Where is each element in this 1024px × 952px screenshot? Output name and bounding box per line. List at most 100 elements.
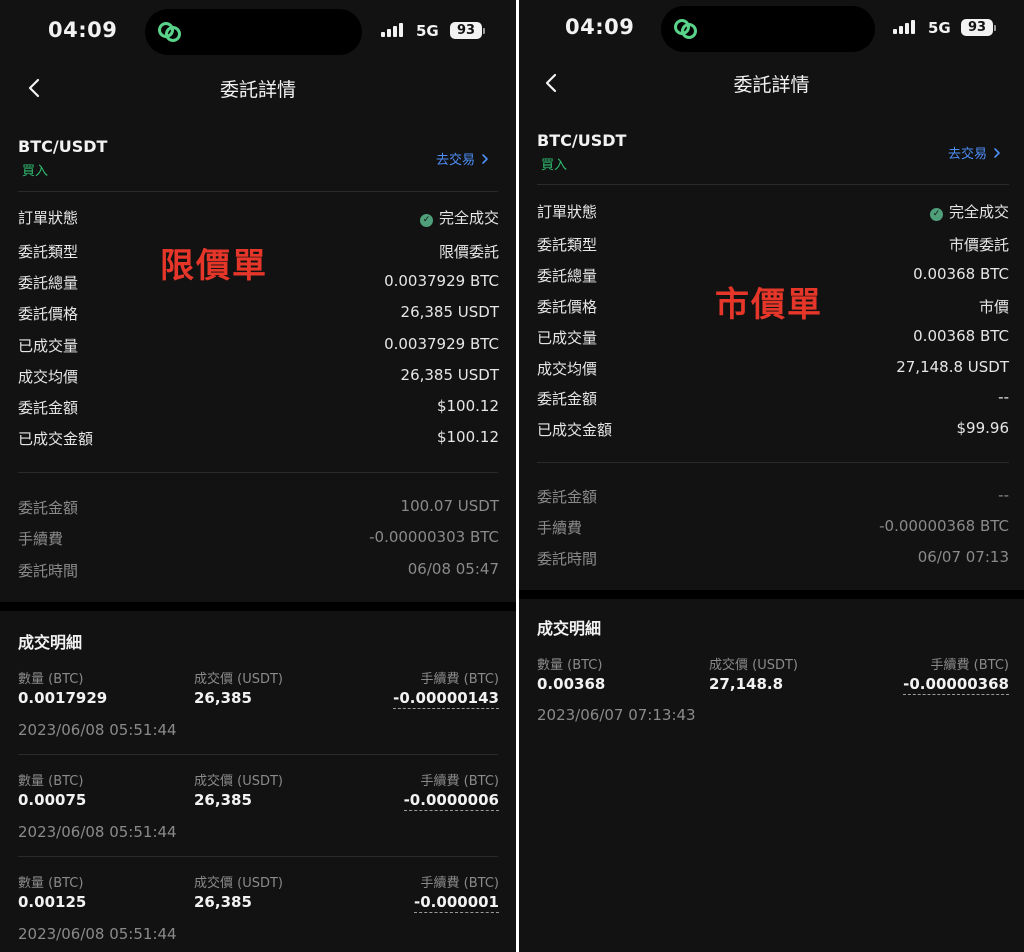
secondary-value: 100.07 USDT [400, 497, 499, 515]
fill-fee-header: 手續費 (BTC) [420, 672, 499, 687]
fill-qty-header: 數量 (BTC) [18, 876, 84, 891]
section-separator [0, 602, 516, 611]
chevron-right-icon [994, 147, 1000, 158]
fill-time: 2023/06/08 05:51:44 [18, 721, 177, 739]
fill-fee-header: 手續費 (BTC) [420, 876, 499, 891]
secondary-label: 手續費 [537, 519, 583, 537]
detail-label: 委託類型 [18, 243, 79, 261]
fill-fee[interactable]: -0.00000368 [903, 675, 1009, 695]
fill-price: 26,385 [194, 791, 252, 809]
detail-value: 26,385 USDT [400, 303, 499, 321]
detail-value: 0.00368 BTC [913, 265, 1009, 283]
go-trade-link[interactable]: 去交易 [436, 149, 491, 168]
detail-label: 委託總量 [18, 274, 79, 292]
fill-fee[interactable]: -0.00000143 [393, 689, 499, 709]
detail-label: 委託金額 [18, 399, 79, 417]
fill-qty: 0.00075 [18, 791, 87, 809]
fill-qty-header: 數量 (BTC) [537, 658, 603, 673]
divider [537, 184, 1009, 185]
status-time: 04:09 [565, 15, 635, 39]
go-trade-label: 去交易 [436, 153, 476, 168]
secondary-value: 06/07 07:13 [917, 548, 1009, 566]
page-title: 委託詳情 [733, 74, 810, 96]
trading-pair: BTC/USDT [537, 131, 627, 150]
detail-label: 委託類型 [537, 236, 598, 254]
fill-price: 26,385 [194, 689, 252, 707]
battery-icon: 93 [961, 19, 996, 36]
go-trade-label: 去交易 [948, 147, 988, 162]
fill-price-header: 成交價 (USDT) [194, 672, 283, 687]
secondary-value: -0.00000303 BTC [369, 528, 499, 546]
detail-label: 訂單狀態 [18, 209, 79, 227]
annotation-market-order: 市價單 [715, 285, 823, 325]
trading-pair: BTC/USDT [18, 137, 108, 156]
divider [18, 754, 498, 755]
chevron-right-icon [482, 153, 488, 164]
fill-price-header: 成交價 (USDT) [709, 658, 798, 673]
divider [18, 856, 498, 857]
fill-time: 2023/06/08 05:51:44 [18, 823, 177, 841]
fill-price-header: 成交價 (USDT) [194, 774, 283, 789]
section-separator [519, 590, 1024, 599]
fill-qty: 0.00368 [537, 675, 606, 693]
detail-value: $100.12 [436, 397, 499, 415]
annotation-limit-order: 限價單 [160, 246, 268, 286]
detail-label: 已成交量 [18, 337, 79, 355]
divider [18, 191, 498, 192]
battery-icon: 93 [450, 22, 485, 39]
secondary-label: 委託時間 [18, 562, 79, 580]
fill-fee-header: 手續費 (BTC) [420, 774, 499, 789]
secondary-label: 委託金額 [18, 499, 79, 517]
detail-value: $100.12 [436, 428, 499, 446]
go-trade-link[interactable]: 去交易 [948, 143, 1003, 162]
detail-value: 0.00368 BTC [913, 327, 1009, 345]
detail-value: 27,148.8 USDT [896, 358, 1009, 376]
detail-label: 成交均價 [537, 360, 598, 378]
cellular-signal-icon [381, 23, 403, 37]
fill-price-header: 成交價 (USDT) [194, 876, 283, 891]
secondary-value: -- [998, 486, 1009, 504]
dynamic-island [661, 6, 875, 52]
detail-value: 市價委託 [948, 236, 1009, 254]
fills-section-title: 成交明細 [18, 633, 83, 652]
check-circle-icon: ✓ [929, 208, 943, 221]
fill-qty-header: 數量 (BTC) [18, 774, 84, 789]
battery-level: 93 [450, 22, 482, 39]
divider [18, 472, 498, 473]
detail-value: 市價 [978, 298, 1009, 316]
fill-time: 2023/06/08 05:51:44 [18, 925, 177, 943]
detail-label: 委託價格 [18, 305, 79, 323]
detail-label: 成交均價 [18, 368, 79, 386]
page-title: 委託詳情 [219, 79, 296, 101]
fill-fee[interactable]: -0.0000006 [403, 791, 499, 811]
fill-qty: 0.0017929 [18, 689, 108, 707]
detail-label: 已成交金額 [537, 421, 613, 439]
status-text: 完全成交 [438, 209, 499, 227]
fill-price: 27,148.8 [709, 675, 784, 693]
fill-fee[interactable]: -0.000001 [414, 893, 499, 913]
fill-fee-header: 手續費 (BTC) [930, 658, 1009, 673]
status-text: 完全成交 [948, 203, 1009, 221]
detail-label: 已成交量 [537, 329, 598, 347]
linked-rings-icon [674, 19, 697, 39]
fill-price: 26,385 [194, 893, 252, 911]
detail-value: 0.0037929 BTC [384, 335, 499, 353]
detail-label: 委託總量 [537, 267, 598, 285]
secondary-label: 手續費 [18, 530, 64, 548]
linked-rings-icon [158, 22, 181, 42]
secondary-label: 委託時間 [537, 550, 598, 568]
detail-value: 限價委託 [438, 243, 499, 261]
battery-level: 93 [961, 19, 993, 36]
cellular-signal-icon [893, 20, 915, 34]
detail-value: $99.96 [956, 419, 1010, 437]
order-side: 買入 [541, 158, 568, 173]
fill-time: 2023/06/07 07:13:43 [537, 706, 696, 724]
fill-qty: 0.00125 [18, 893, 87, 911]
detail-value: 0.0037929 BTC [384, 272, 499, 290]
secondary-value: 06/08 05:47 [407, 560, 499, 578]
secondary-value: -0.00000368 BTC [879, 517, 1009, 535]
fills-section-title: 成交明細 [537, 619, 602, 638]
status-value: ✓ 完全成交 [929, 201, 1009, 222]
secondary-label: 委託金額 [537, 488, 598, 506]
network-type: 5G [928, 19, 951, 37]
